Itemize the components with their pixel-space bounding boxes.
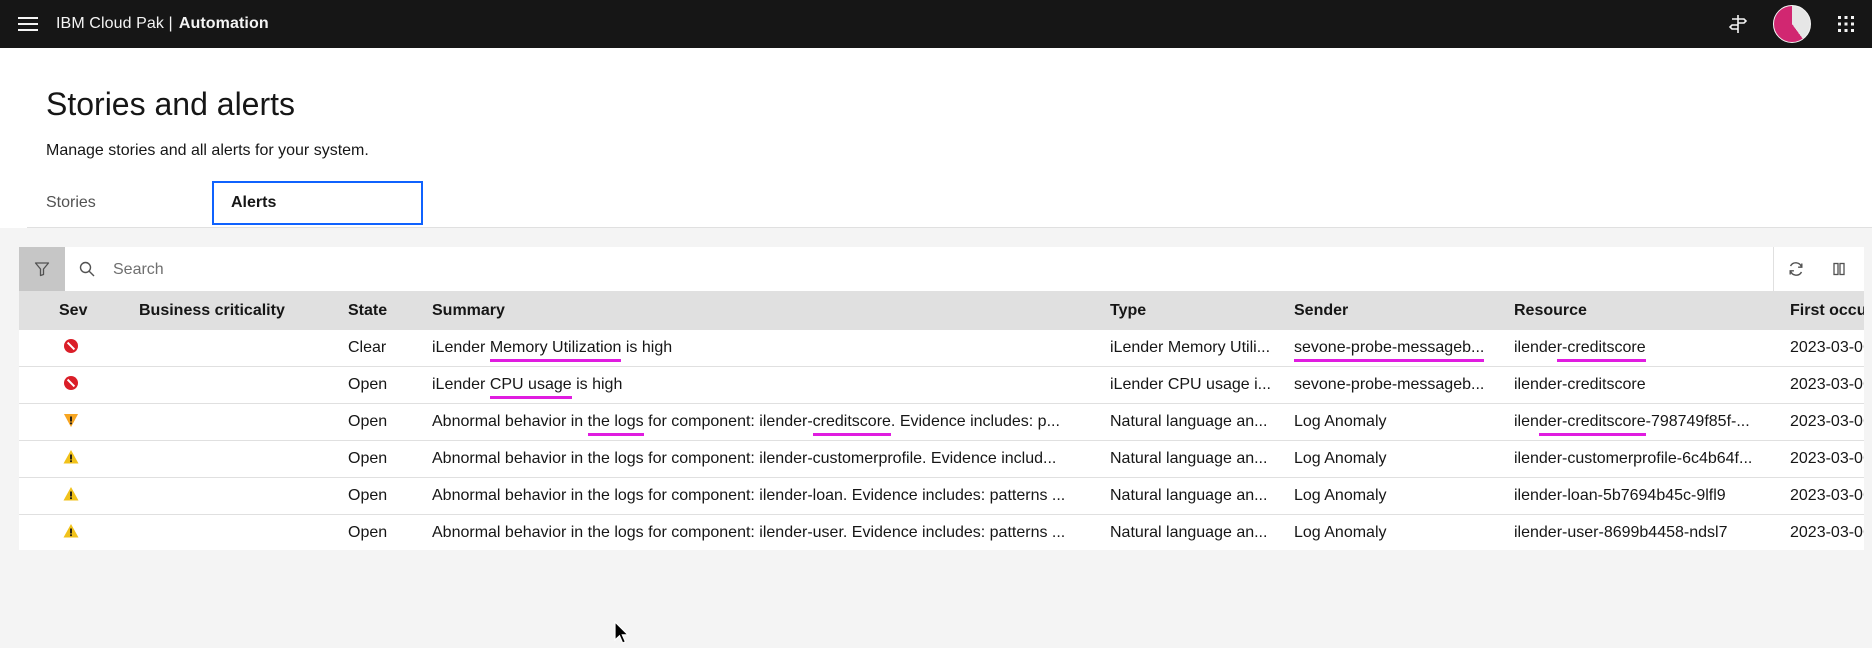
avatar[interactable]: [1764, 0, 1820, 48]
first-occurrence-cell: 2023-03-06: [1790, 477, 1864, 515]
first-occurrence-cell: 2023-03-06: [1790, 514, 1864, 550]
table-row[interactable]: Open Abnormal behavior in the logs for c…: [19, 403, 1864, 441]
resource-cell: ilender-customerprofile-6c4b64f...: [1514, 440, 1790, 478]
brand-product: Automation: [178, 15, 269, 32]
column-header-state[interactable]: State: [348, 292, 432, 330]
resource-cell: ilender-user-8699b4458-ndsl7: [1514, 514, 1790, 550]
business-criticality-cell: [139, 477, 348, 515]
filter-icon: [34, 262, 50, 277]
resource-cell: ilender-creditscore: [1514, 330, 1790, 367]
summary-cell: iLender CPU usage is high: [432, 366, 1110, 404]
search-icon: [79, 247, 95, 291]
tab-alerts[interactable]: Alerts: [212, 181, 423, 225]
warning-severity-icon: [63, 486, 79, 500]
state-cell: Open: [348, 366, 432, 404]
page-title: Stories and alerts: [46, 86, 296, 122]
type-cell: Natural language an...: [1110, 477, 1294, 515]
column-header-sender[interactable]: Sender: [1294, 292, 1514, 330]
menu-icon[interactable]: [0, 0, 56, 48]
business-criticality-cell: [139, 330, 348, 367]
tab-stories[interactable]: Stories: [27, 181, 212, 225]
annotation-highlight: der-creditscore: [1538, 413, 1646, 436]
state-cell: Open: [348, 514, 432, 550]
column-header-business-criticality[interactable]: Business criticality: [139, 292, 348, 330]
warning-severity-icon: [63, 449, 79, 463]
brand-prefix: IBM Cloud Pak |: [56, 15, 173, 32]
summary-cell: iLender Memory Utilization is high: [432, 330, 1110, 367]
warning-severity-icon: [63, 523, 79, 537]
mouse-cursor-icon: [614, 620, 630, 650]
filter-button[interactable]: [19, 247, 65, 291]
type-cell: iLender CPU usage i...: [1110, 366, 1294, 404]
annotation-highlight: Memory Utilization: [489, 339, 622, 362]
first-occurrence-cell: 2023-03-06: [1790, 330, 1864, 367]
column-settings-button[interactable]: [1817, 247, 1861, 291]
annotation-highlight: creditscore: [812, 413, 891, 436]
major-severity-icon: [64, 413, 78, 427]
column-header-first-occurrence[interactable]: First occurre: [1790, 292, 1864, 330]
table-row[interactable]: Open Abnormal behavior in the logs for c…: [19, 440, 1864, 478]
resource-cell: ilender-loan-5b7694b45c-9lfl9: [1514, 477, 1790, 515]
column-header-resource[interactable]: Resource: [1514, 292, 1790, 330]
sender-cell: Log Anomaly: [1294, 440, 1514, 478]
first-occurrence-cell: 2023-03-06: [1790, 403, 1864, 441]
column-header-sev[interactable]: Sev: [19, 292, 139, 330]
annotation-highlight: the logs: [587, 413, 644, 436]
critical-severity-icon: [64, 338, 78, 353]
table-header-row: Sev Business criticality State Summary T…: [19, 292, 1864, 330]
summary-cell: Abnormal behavior in the logs for compon…: [432, 440, 1110, 478]
refresh-icon: [1789, 262, 1803, 276]
type-cell: Natural language an...: [1110, 440, 1294, 478]
tab-list: Stories Alerts: [27, 181, 1872, 228]
avatar-image: [1773, 5, 1811, 43]
type-cell: Natural language an...: [1110, 403, 1294, 441]
state-cell: Clear: [348, 330, 432, 367]
brand-name[interactable]: IBM Cloud Pak | Automation: [56, 15, 269, 33]
first-occurrence-cell: 2023-03-06: [1790, 366, 1864, 404]
column-header-type[interactable]: Type: [1110, 292, 1294, 330]
type-cell: Natural language an...: [1110, 514, 1294, 550]
business-criticality-cell: [139, 514, 348, 550]
plan-icon[interactable]: [1712, 0, 1764, 48]
search-input[interactable]: [111, 255, 1765, 285]
annotation-highlight: r-creditscore: [1556, 339, 1646, 362]
table-row[interactable]: Open iLender CPU usage is high iLender C…: [19, 366, 1864, 404]
app-switcher-icon[interactable]: [1820, 0, 1872, 48]
business-criticality-cell: [139, 403, 348, 441]
resource-cell: ilender-creditscore-798749f85f-...: [1514, 403, 1790, 441]
resource-cell: ilender-creditscore: [1514, 366, 1790, 404]
table-toolbar: [19, 247, 1864, 292]
business-criticality-cell: [139, 440, 348, 478]
type-cell: iLender Memory Utili...: [1110, 330, 1294, 367]
annotation-highlight: CPU usage: [489, 376, 572, 399]
state-cell: Open: [348, 440, 432, 478]
sender-highlighted: sevone-probe-messageb...: [1294, 339, 1485, 362]
sender-cell: Log Anomaly: [1294, 403, 1514, 441]
column-header-summary[interactable]: Summary: [432, 292, 1110, 330]
table-row[interactable]: Open Abnormal behavior in the logs for c…: [19, 477, 1864, 515]
sender-cell: Log Anomaly: [1294, 477, 1514, 515]
summary-cell: Abnormal behavior in the logs for compon…: [432, 477, 1110, 515]
table-row[interactable]: Clear iLender Memory Utilization is high…: [19, 330, 1864, 367]
summary-cell: Abnormal behavior in the logs for compon…: [432, 514, 1110, 550]
critical-severity-icon: [64, 375, 78, 390]
first-occurrence-cell: 2023-03-06: [1790, 440, 1864, 478]
business-criticality-cell: [139, 366, 348, 404]
alerts-table: Sev Business criticality State Summary T…: [19, 292, 1864, 550]
page-subtitle: Manage stories and all alerts for your s…: [46, 142, 369, 159]
top-navigation-bar: IBM Cloud Pak | Automation: [0, 0, 1872, 48]
sender-cell: sevone-probe-messageb...: [1294, 330, 1514, 367]
sender-cell: sevone-probe-messageb...: [1294, 366, 1514, 404]
state-cell: Open: [348, 477, 432, 515]
columns-icon: [1833, 262, 1845, 276]
table-row[interactable]: Open Abnormal behavior in the logs for c…: [19, 514, 1864, 550]
state-cell: Open: [348, 403, 432, 441]
refresh-button[interactable]: [1773, 247, 1818, 291]
summary-cell: Abnormal behavior in the logs for compon…: [432, 403, 1110, 441]
sender-cell: Log Anomaly: [1294, 514, 1514, 550]
